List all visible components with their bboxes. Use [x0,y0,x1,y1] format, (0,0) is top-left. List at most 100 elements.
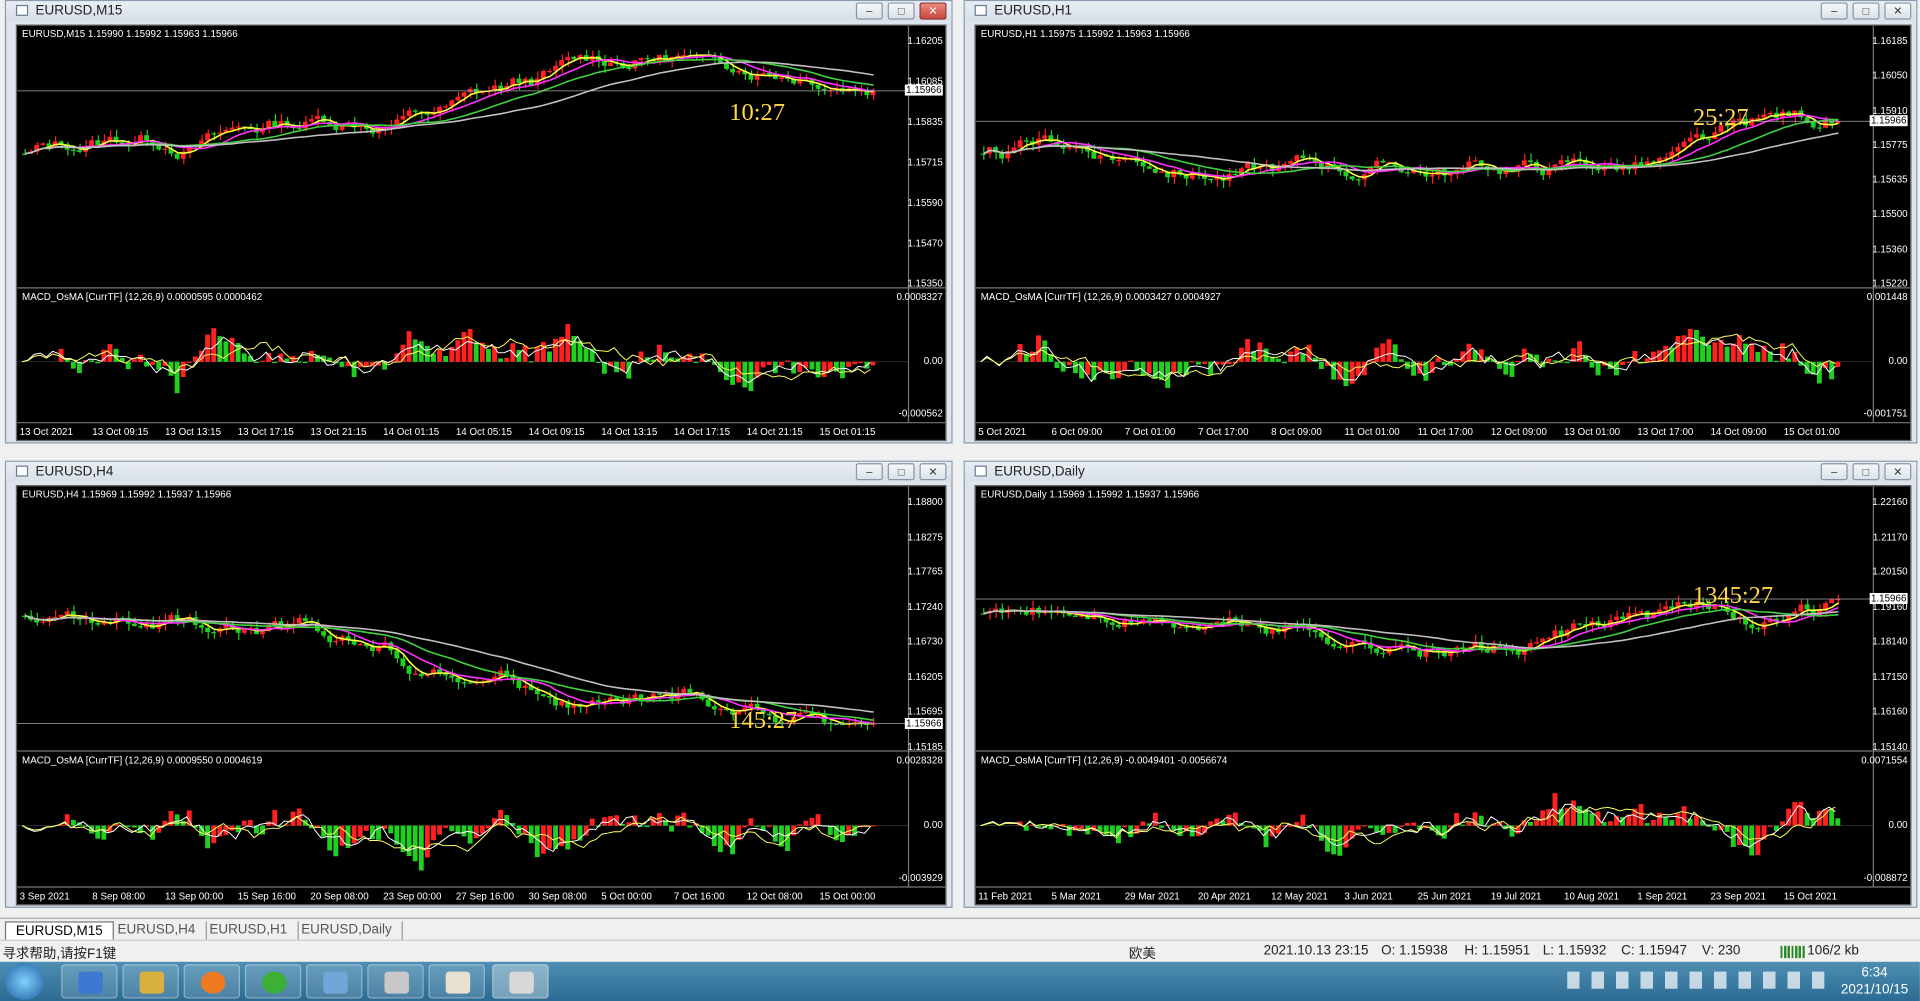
minimize-button[interactable]: – [1820,2,1848,20]
candle [1331,644,1337,647]
candle [1595,168,1601,171]
macd-bar [504,357,510,362]
candle [1663,606,1669,610]
taskbar-app-gray[interactable] [367,964,424,999]
candle [1472,160,1478,162]
macd-bar [1361,825,1367,827]
maximize-button[interactable]: □ [887,2,915,20]
macd-axis-label: 0.00 [923,355,943,367]
minimize-button[interactable]: – [1820,463,1848,481]
price-chart[interactable]: EURUSD,Daily 1.15969 1.15992 1.15937 1.1… [974,485,1912,906]
candle [1097,155,1103,159]
macd-bar [1171,361,1177,373]
time-axis-label: 13 Oct 17:00 [1637,426,1694,438]
macd-bar [534,346,540,362]
candle [1804,604,1810,610]
candle [1312,630,1318,633]
price-axis-label: 1.15835 [907,116,943,128]
chart-window-1[interactable]: EURUSD,M15 – □ ✕ EURUSD,M15 1.15990 1.159… [4,0,953,444]
window-titlebar[interactable]: EURUSD,H4 – □ ✕ [6,461,952,482]
macd-bar [730,825,736,855]
candle [1632,612,1638,615]
close-button[interactable]: ✕ [1884,2,1912,20]
tab-eurusd-daily[interactable]: EURUSD,Daily [291,921,403,940]
candle [406,666,412,674]
chart-window-4[interactable]: EURUSD,Daily – □ ✕ EURUSD,Daily 1.15969 1… [963,460,1918,908]
candle [467,682,473,684]
macd-bar [565,825,571,850]
macd-bar [601,817,607,826]
macd-bar [803,820,809,826]
macd-bar [363,825,369,831]
tray-icons[interactable] [1567,971,1825,989]
tab-eurusd-h4[interactable]: EURUSD,H4 [108,921,207,940]
candle [1325,637,1330,645]
candle [516,680,522,688]
profile-name[interactable]: 欧美 [1129,943,1156,963]
candle [1042,135,1048,139]
window-titlebar[interactable]: EURUSD,H1 – □ ✕ [964,1,1917,21]
macd-bar [321,825,327,837]
bar-low: L: 1.15932 [1542,943,1607,959]
close-button[interactable]: ✕ [919,2,947,20]
maximize-button[interactable]: □ [1852,2,1880,20]
price-chart[interactable]: EURUSD,H4 1.15969 1.15992 1.15937 1.1596… [15,485,947,906]
price-axis-label: 1.15635 [1872,174,1908,186]
taskbar-app-chart[interactable] [428,964,485,999]
candle [443,106,449,108]
candle [412,673,418,675]
macd-bar [89,360,95,362]
macd-bar [449,825,455,832]
price-axis-label: 1.16050 [1872,70,1908,82]
window-titlebar[interactable]: EURUSD,M15 – □ ✕ [6,1,952,21]
maximize-button[interactable]: □ [887,463,915,481]
start-button[interactable] [4,963,45,1000]
chart-canvas [17,486,946,888]
taskbar-app-orange[interactable] [183,964,240,999]
candle [1300,155,1306,159]
price-chart[interactable]: EURUSD,H1 1.15975 1.15992 1.15963 1.1596… [974,24,1912,442]
candle [1706,138,1712,140]
candle [168,615,174,621]
taskbar-metatrader[interactable] [492,964,549,999]
macd-bar [528,361,534,363]
macd-bar [412,339,418,362]
taskbar-wechat[interactable] [244,964,302,999]
macd-bar [241,820,247,826]
macd-bar [461,825,467,837]
clock[interactable]: 6:34 2021/10/15 [1832,964,1918,998]
chart-header: EURUSD,H4 1.15969 1.15992 1.15937 1.1596… [22,488,232,500]
candle [1183,627,1189,629]
macd-bar [644,825,650,828]
time-axis-label: 7 Oct 17:00 [1197,426,1249,438]
tab-eurusd-m15[interactable]: EURUSD,M15 [4,921,114,940]
macd-bar [431,825,436,841]
macd-bar [693,361,699,364]
taskbar-desktop[interactable] [61,964,118,999]
candle [711,706,717,710]
chart-window-2[interactable]: EURUSD,H1 – □ ✕ EURUSD,H1 1.15975 1.15992… [963,0,1918,444]
candle [1540,638,1546,643]
time-axis-label: 14 Oct 13:15 [601,426,658,438]
macd-bar [1527,821,1533,826]
macd-bar [1749,343,1755,362]
price-chart[interactable]: EURUSD,M15 1.15990 1.15992 1.15963 1.159… [15,24,947,442]
macd-bar [809,817,815,826]
minimize-button[interactable]: – [855,2,883,20]
tab-eurusd-h1[interactable]: EURUSD,H1 [200,921,299,940]
maximize-button[interactable]: □ [1852,463,1880,481]
close-button[interactable]: ✕ [919,463,947,481]
candle [1208,178,1214,181]
macd-bar [485,349,491,362]
taskbar-app-blue[interactable] [306,964,363,999]
chart-window-3[interactable]: EURUSD,H4 – □ ✕ EURUSD,H4 1.15969 1.15992… [4,460,953,908]
minimize-button[interactable]: – [855,463,883,481]
taskbar-explorer[interactable] [122,964,179,999]
macd-bar [1275,358,1281,362]
close-button[interactable]: ✕ [1884,463,1912,481]
macd-bar [1595,361,1601,376]
time-axis-label: 13 Oct 21:15 [310,426,367,438]
signal-line [21,815,871,852]
candle [418,673,424,677]
window-titlebar[interactable]: EURUSD,Daily – □ ✕ [964,461,1917,482]
